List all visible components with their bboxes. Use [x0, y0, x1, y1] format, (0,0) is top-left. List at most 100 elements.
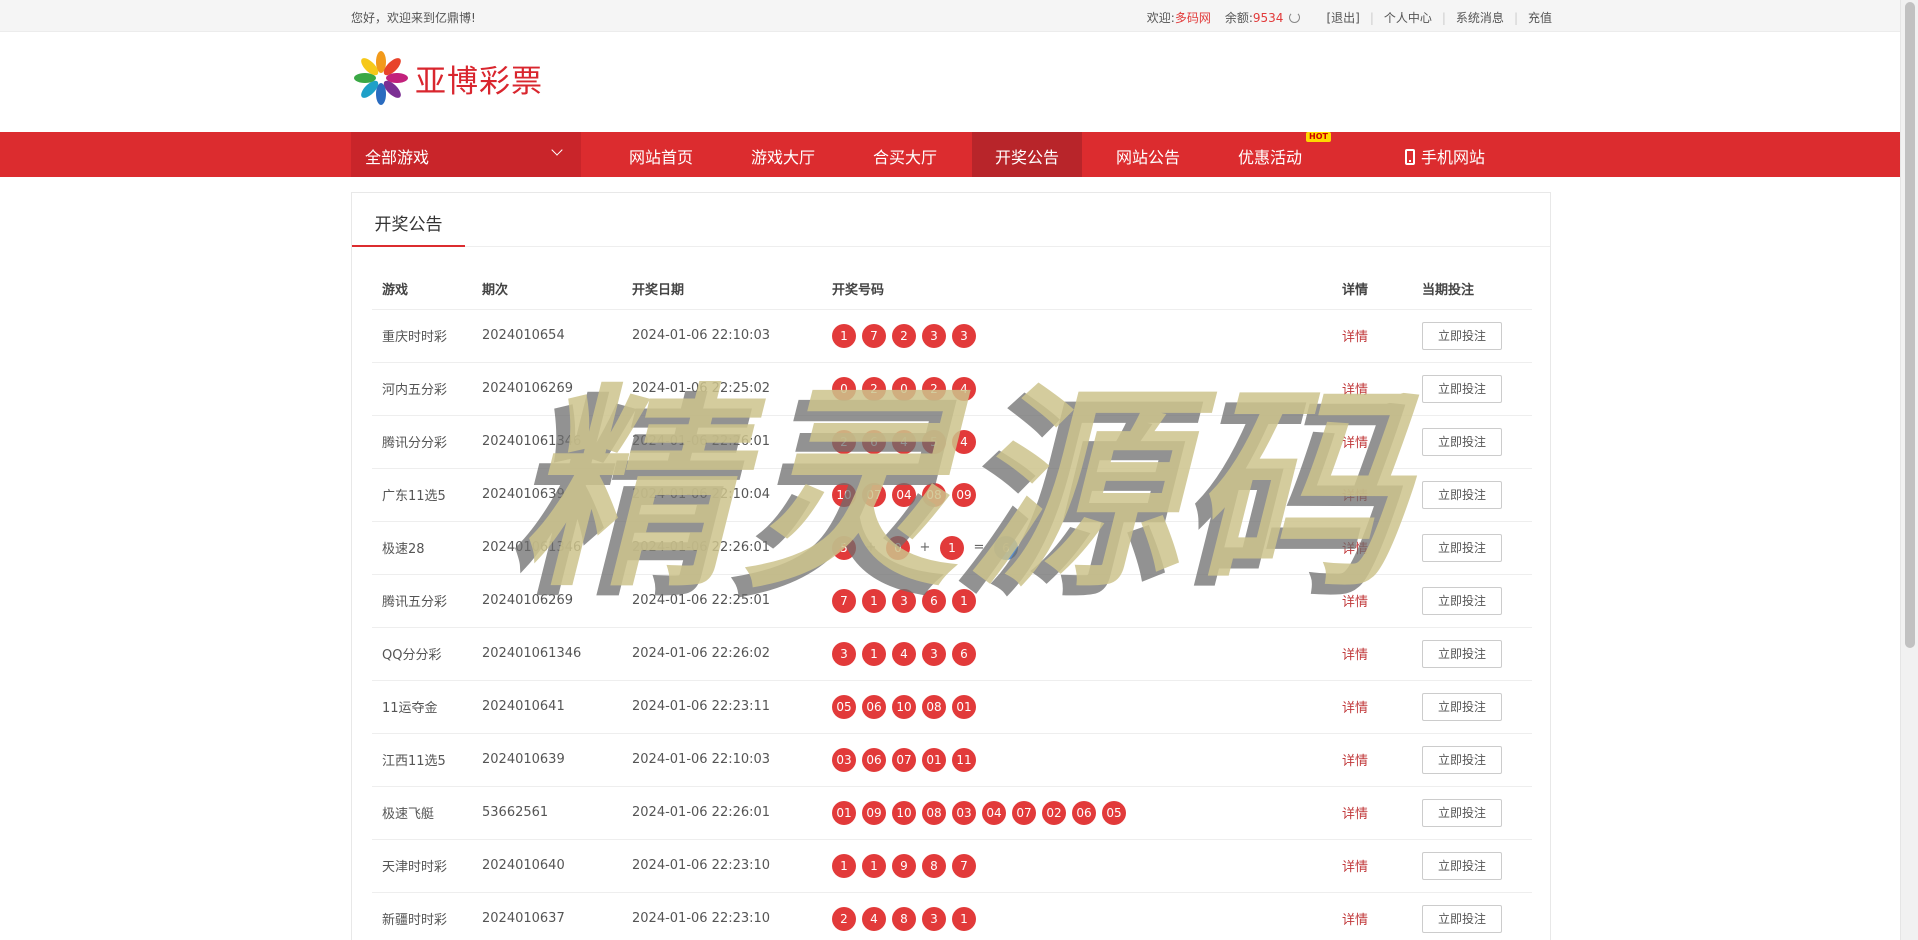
personal-center-link[interactable]: 个人中心	[1384, 9, 1432, 26]
number-ball: 01	[922, 747, 946, 772]
detail-cell: 详情	[1332, 468, 1412, 522]
number-ball: 09	[862, 800, 886, 825]
draw-date: 2024-01-06 22:10:03	[622, 309, 822, 363]
detail-link[interactable]: 详情	[1342, 330, 1368, 345]
number-ball: 1	[832, 853, 856, 878]
bet-now-button[interactable]: 立即投注	[1422, 639, 1502, 668]
detail-link[interactable]: 详情	[1342, 913, 1368, 928]
number-ball: 3	[922, 906, 946, 931]
draw-numbers: 02024	[822, 362, 1332, 416]
draw-date: 2024-01-06 22:26:01	[622, 786, 822, 840]
divider: |	[1513, 10, 1518, 25]
number-ball: 4	[892, 641, 916, 666]
detail-link[interactable]: 详情	[1342, 542, 1368, 557]
detail-cell: 详情	[1332, 309, 1412, 363]
issue-number: 202401061346	[472, 627, 622, 681]
number-ball: 03	[832, 747, 856, 772]
number-balls: 03 06 07 01 11	[832, 747, 1332, 772]
number-ball: 07	[1012, 800, 1036, 825]
number-balls: 26454	[832, 429, 1332, 454]
draw-numbers: 03 06 07 01 11	[822, 733, 1332, 787]
logout-link[interactable]: [退出]	[1326, 9, 1359, 26]
number-ball: 3	[832, 641, 856, 666]
hot-badge: HOT	[1306, 132, 1331, 142]
bet-now-button[interactable]: 立即投注	[1422, 480, 1502, 509]
number-ball: 10	[892, 694, 916, 719]
number-balls: 17233	[832, 323, 1332, 348]
bet-now-button[interactable]: 立即投注	[1422, 798, 1502, 827]
recharge-link[interactable]: 充值	[1528, 9, 1552, 26]
bet-now-button[interactable]: 立即投注	[1422, 533, 1502, 562]
detail-cell: 详情	[1332, 415, 1412, 469]
number-ball: 1	[940, 535, 964, 560]
number-ball: 8	[922, 853, 946, 878]
number-ball: 06	[862, 747, 886, 772]
site-logo[interactable]: 亚博彩票	[351, 50, 543, 106]
table-row: 极速飞艇 53662561 2024-01-06 22:26:01 01 09 10 08 0…	[372, 786, 1532, 840]
table-row: 江西11选5 2024010639 2024-01-06 22:10:03 03 06 0…	[372, 733, 1532, 787]
bet-cell: 立即投注	[1412, 839, 1532, 893]
nav-item-mobile-site[interactable]: 手机网站	[1386, 132, 1504, 177]
number-ball: 04	[982, 800, 1006, 825]
bet-now-button[interactable]: 立即投注	[1422, 851, 1502, 880]
number-ball: 4	[952, 429, 976, 454]
bet-now-button[interactable]: 立即投注	[1422, 745, 1502, 774]
chevron-down-icon	[551, 144, 563, 156]
game-name: 重庆时时彩	[372, 309, 472, 363]
number-ball: 08	[922, 694, 946, 719]
site-header: 亚博彩票	[0, 32, 1900, 132]
detail-link[interactable]: 详情	[1342, 648, 1368, 663]
detail-link[interactable]: 详情	[1342, 436, 1368, 451]
number-ball: 1	[862, 641, 886, 666]
draw-numbers: 05 06 10 08 01	[822, 680, 1332, 734]
number-balls: 01 09 10 08 03 04 07 02 06 05	[832, 800, 1332, 825]
detail-link[interactable]: 详情	[1342, 383, 1368, 398]
detail-link[interactable]: 详情	[1342, 595, 1368, 610]
username-link[interactable]: 多码网	[1175, 9, 1211, 26]
refresh-icon[interactable]	[1289, 12, 1301, 23]
bet-now-button[interactable]: 立即投注	[1422, 904, 1502, 933]
bet-now-button[interactable]: 立即投注	[1422, 692, 1502, 721]
number-ball: 11	[952, 747, 976, 772]
nav-item-game-hall[interactable]: 游戏大厅	[731, 132, 835, 177]
game-name: 腾讯分分彩	[372, 415, 472, 469]
game-name: 11运夺金	[372, 680, 472, 734]
number-ball: 09	[952, 482, 976, 507]
number-ball: 2	[832, 429, 856, 454]
detail-link[interactable]: 详情	[1342, 807, 1368, 822]
detail-cell: 详情	[1332, 839, 1412, 893]
game-name: 天津时时彩	[372, 839, 472, 893]
detail-link[interactable]: 详情	[1342, 489, 1368, 504]
panel-title-tab[interactable]: 开奖公告	[352, 193, 465, 247]
bet-now-button[interactable]: 立即投注	[1422, 374, 1502, 403]
draw-date: 2024-01-06 22:10:04	[622, 468, 822, 522]
game-name: 新疆时时彩	[372, 892, 472, 940]
table-row: 11运夺金 2024010641 2024-01-06 22:23:11 05 06 10…	[372, 680, 1532, 734]
bet-now-button[interactable]: 立即投注	[1422, 427, 1502, 456]
nav-item-group-buy[interactable]: 合买大厅	[853, 132, 957, 177]
number-ball: 07	[862, 482, 886, 507]
draw-date: 2024-01-06 22:26:01	[622, 521, 822, 575]
bet-now-button[interactable]: 立即投注	[1422, 321, 1502, 350]
detail-link[interactable]: 详情	[1342, 701, 1368, 716]
bet-now-button[interactable]: 立即投注	[1422, 586, 1502, 615]
detail-cell: 详情	[1332, 680, 1412, 734]
system-messages-link[interactable]: 系统消息	[1456, 9, 1504, 26]
nav-item-home[interactable]: 网站首页	[609, 132, 713, 177]
scrollbar-thumb[interactable]	[1905, 2, 1915, 648]
all-games-dropdown[interactable]: 全部游戏	[351, 132, 581, 177]
number-ball: 06	[1072, 800, 1096, 825]
nav-item-announcements[interactable]: 网站公告	[1096, 132, 1200, 177]
number-ball: 1	[862, 853, 886, 878]
issue-number: 202401061346	[472, 415, 622, 469]
page-scrollbar[interactable]	[1900, 0, 1918, 940]
nav-item-draw-results[interactable]: 开奖公告	[972, 132, 1082, 177]
table-row: 天津时时彩 2024010640 2024-01-06 22:23:10 1 1 9 8 7 详…	[372, 839, 1532, 893]
results-table: 游戏 期次 开奖日期 开奖号码 详情 当期投注 重庆时时彩 2024010654 2…	[372, 269, 1532, 940]
number-ball: 5	[832, 535, 856, 560]
column-header: 开奖日期	[622, 269, 822, 310]
number-ball: 02	[1042, 800, 1066, 825]
detail-link[interactable]: 详情	[1342, 754, 1368, 769]
issue-number: 20240106269	[472, 574, 622, 628]
detail-link[interactable]: 详情	[1342, 860, 1368, 875]
